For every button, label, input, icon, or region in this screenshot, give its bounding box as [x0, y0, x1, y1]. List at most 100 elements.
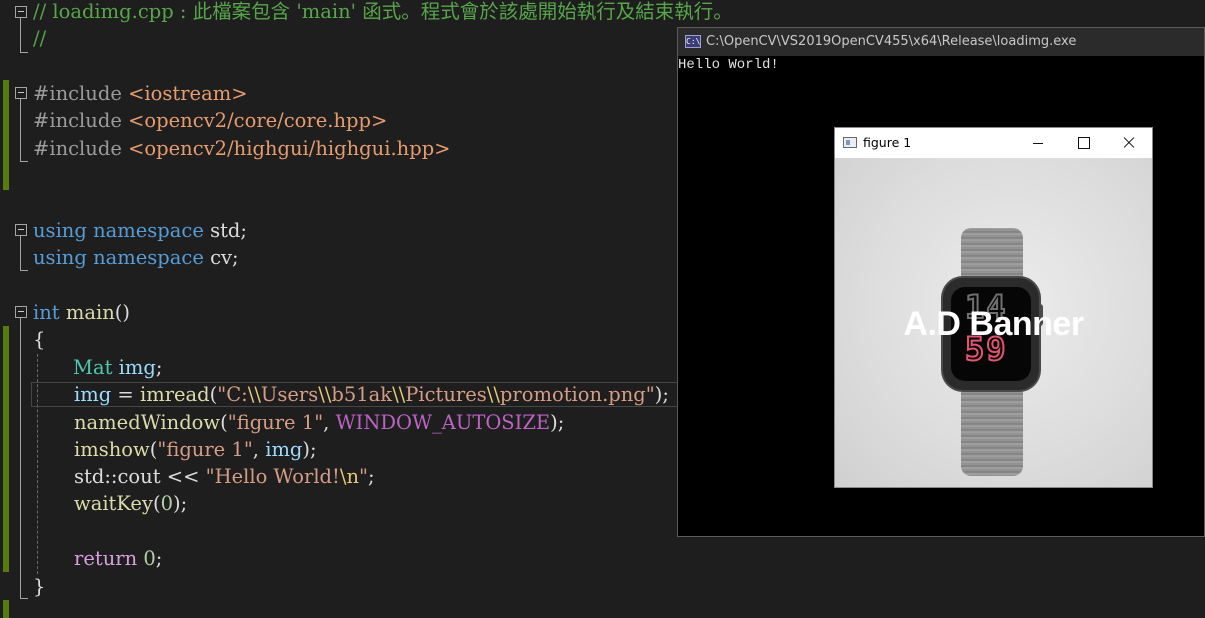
code-line-9[interactable]: {	[33, 326, 45, 353]
fold-guide	[20, 318, 21, 598]
code-line-2[interactable]: //	[33, 25, 46, 52]
figure-titlebar[interactable]: figure 1	[835, 128, 1152, 158]
namespace-prefix: std::	[74, 465, 118, 488]
keyword: return	[74, 547, 138, 570]
code-line-1[interactable]: // loadimg.cpp : 此檔案包含 'main' 函式。程式會於該處開…	[33, 0, 733, 25]
include-directive: #include	[33, 82, 122, 105]
function-name: namedWindow	[74, 411, 221, 434]
include-header: <iostream>	[128, 82, 248, 105]
punctuation: ,	[252, 438, 266, 461]
code-line-18[interactable]: }	[33, 573, 45, 600]
include-directive: #include	[33, 109, 122, 132]
collapse-icon[interactable]	[15, 224, 27, 236]
punctuation: );	[654, 383, 669, 406]
escape-sequence: \\	[486, 383, 500, 406]
maximize-button[interactable]	[1060, 128, 1106, 158]
function-name: imshow	[74, 438, 150, 461]
figure-title: figure 1	[863, 135, 912, 150]
punctuation: );	[302, 438, 317, 461]
code-line-12[interactable]: namedWindow("figure 1", WINDOW_AUTOSIZE)…	[74, 409, 564, 436]
console-title: C:\OpenCV\VS2019OpenCV455\x64\Release\lo…	[706, 34, 1077, 49]
punctuation: ;	[368, 465, 375, 488]
namespace-name: std;	[210, 219, 247, 242]
fold-guide	[20, 236, 21, 270]
keyword: int	[33, 301, 60, 324]
variable: img	[265, 438, 303, 461]
string-literal: Users	[260, 383, 319, 406]
function-name: main	[65, 301, 115, 324]
brace: {	[33, 328, 46, 351]
image-canvas: 14 59 A.D Banner	[835, 158, 1152, 487]
escape-sequence: \\	[247, 383, 261, 406]
number-literal: 0	[143, 547, 156, 570]
include-header: <opencv2/highgui/highgui.hpp>	[128, 137, 451, 160]
window-app-icon	[843, 137, 857, 148]
figure-window[interactable]: figure 1 14 59 A.D Banner	[834, 127, 1153, 488]
code-line-11[interactable]: img = imread("C:\\Users\\b51ak\\Pictures…	[74, 381, 669, 408]
namespace-name: cv;	[210, 246, 239, 269]
code-line-4[interactable]: #include <opencv2/core/core.hpp>	[33, 107, 387, 134]
string-literal: Pictures	[405, 383, 487, 406]
fold-guide-end	[20, 270, 28, 271]
punctuation: (	[220, 411, 228, 434]
code-line-8[interactable]: int main()	[33, 299, 130, 326]
string-literal: "figure 1"	[227, 411, 324, 434]
minimize-button[interactable]	[1015, 128, 1061, 158]
macro-name: WINDOW_AUTOSIZE	[335, 411, 551, 434]
code-line-7[interactable]: using namespace cv;	[33, 244, 239, 271]
include-header: <opencv2/core/core.hpp>	[128, 109, 388, 132]
console-app-icon: C:\	[685, 35, 701, 48]
variable: img	[118, 356, 156, 379]
keyword: namespace	[93, 219, 204, 242]
string-literal: b51ak	[331, 383, 393, 406]
change-indicator	[3, 80, 9, 190]
fold-guide-end	[20, 52, 28, 53]
escape-sequence: \\	[318, 383, 332, 406]
code-line-13[interactable]: imshow("figure 1", img);	[74, 436, 317, 463]
escape-sequence: \\	[392, 383, 406, 406]
type-name: Mat	[73, 356, 113, 379]
function-name: waitKey	[74, 492, 153, 515]
string-literal: "figure 1"	[157, 438, 253, 461]
keyword: using	[33, 246, 87, 269]
change-indicator	[3, 600, 9, 618]
banner-text: A.D Banner	[903, 305, 1084, 343]
punctuation: ()	[114, 301, 130, 324]
code-line-15[interactable]: waitKey(0);	[74, 490, 187, 517]
punctuation: );	[550, 411, 565, 434]
function-name: imread	[139, 383, 210, 406]
code-line-6[interactable]: using namespace std;	[33, 217, 247, 244]
console-titlebar[interactable]: C:\ C:\OpenCV\VS2019OpenCV455\x64\Releas…	[678, 28, 1204, 56]
code-line-5[interactable]: #include <opencv2/highgui/highgui.hpp>	[33, 135, 451, 162]
close-button[interactable]	[1106, 128, 1152, 158]
number-literal: 0	[160, 492, 174, 515]
code-line-3[interactable]: #include <iostream>	[33, 80, 248, 107]
comment: //	[33, 27, 47, 50]
code-line-14[interactable]: std::cout << "Hello World!\n";	[74, 463, 375, 490]
punctuation: ,	[323, 411, 336, 434]
collapse-icon[interactable]	[15, 87, 27, 99]
include-directive: #include	[33, 137, 122, 160]
fold-guide	[20, 99, 21, 161]
variable: img	[74, 383, 112, 406]
console-output: Hello World!	[678, 57, 779, 73]
collapse-icon[interactable]	[15, 6, 27, 18]
fold-guide-end	[20, 161, 28, 162]
code-line-10[interactable]: Mat img;	[73, 354, 162, 381]
brace: }	[33, 575, 46, 598]
operator: <<	[160, 465, 206, 488]
string-literal: "C:	[217, 383, 248, 406]
keyword: namespace	[93, 246, 204, 269]
code-line-17[interactable]: return 0;	[74, 545, 162, 572]
operator: =	[111, 383, 140, 406]
comment: // loadimg.cpp : 此檔案包含 'main' 函式。程式會於該處開…	[33, 0, 733, 23]
punctuation: );	[173, 492, 188, 515]
punctuation: (	[153, 492, 161, 515]
string-literal: promotion.png"	[499, 383, 655, 406]
keyword: using	[33, 219, 87, 242]
punctuation: ;	[155, 356, 163, 379]
variable: cout	[117, 465, 161, 488]
collapse-icon[interactable]	[15, 306, 27, 318]
change-indicator	[3, 326, 9, 572]
punctuation: ;	[155, 547, 163, 570]
